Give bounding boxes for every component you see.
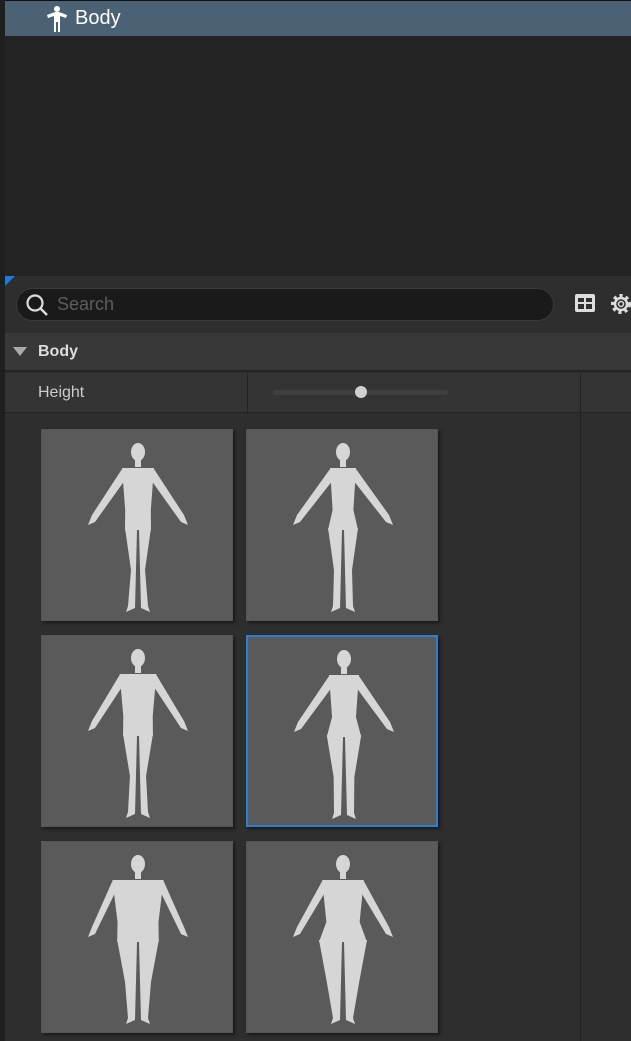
property-label: Height [5, 373, 248, 412]
body-icon [47, 5, 67, 32]
details-panel: Body Height [5, 276, 631, 1041]
body-figure-icon [88, 855, 188, 1024]
body-figure-icon [293, 855, 393, 1024]
settings-gear-icon[interactable] [609, 292, 631, 316]
body-preset-male-thin[interactable] [41, 429, 233, 621]
slider-thumb[interactable] [354, 386, 367, 398]
category-body[interactable]: Body [5, 333, 631, 372]
height-slider-cell [248, 373, 581, 412]
body-figure-icon [88, 443, 188, 612]
body-preset-female-heavy[interactable] [246, 841, 438, 1033]
search-input[interactable] [57, 294, 517, 315]
body-figure-icon [293, 443, 393, 612]
outliner-item-body[interactable]: Body [5, 1, 631, 36]
outliner-item-label: Body [75, 7, 121, 29]
category-label: Body [38, 342, 78, 360]
search-icon [26, 293, 48, 316]
table-view-icon[interactable] [574, 292, 596, 314]
body-preset-female-thin[interactable] [246, 429, 438, 621]
body-preset-male-athletic[interactable] [41, 635, 233, 827]
outliner-panel: Body [5, 0, 631, 276]
body-preset-male-heavy[interactable] [41, 841, 233, 1033]
body-figure-icon [294, 650, 394, 819]
search-box[interactable] [16, 288, 554, 321]
body-figure-icon [88, 649, 188, 818]
expand-arrow-icon[interactable] [13, 347, 27, 356]
property-row-height: Height [5, 373, 631, 413]
panel-corner-marker [5, 276, 15, 286]
body-preset-female-athletic[interactable] [246, 635, 438, 827]
height-slider[interactable] [273, 386, 448, 398]
body-preset-grid [5, 414, 581, 1041]
